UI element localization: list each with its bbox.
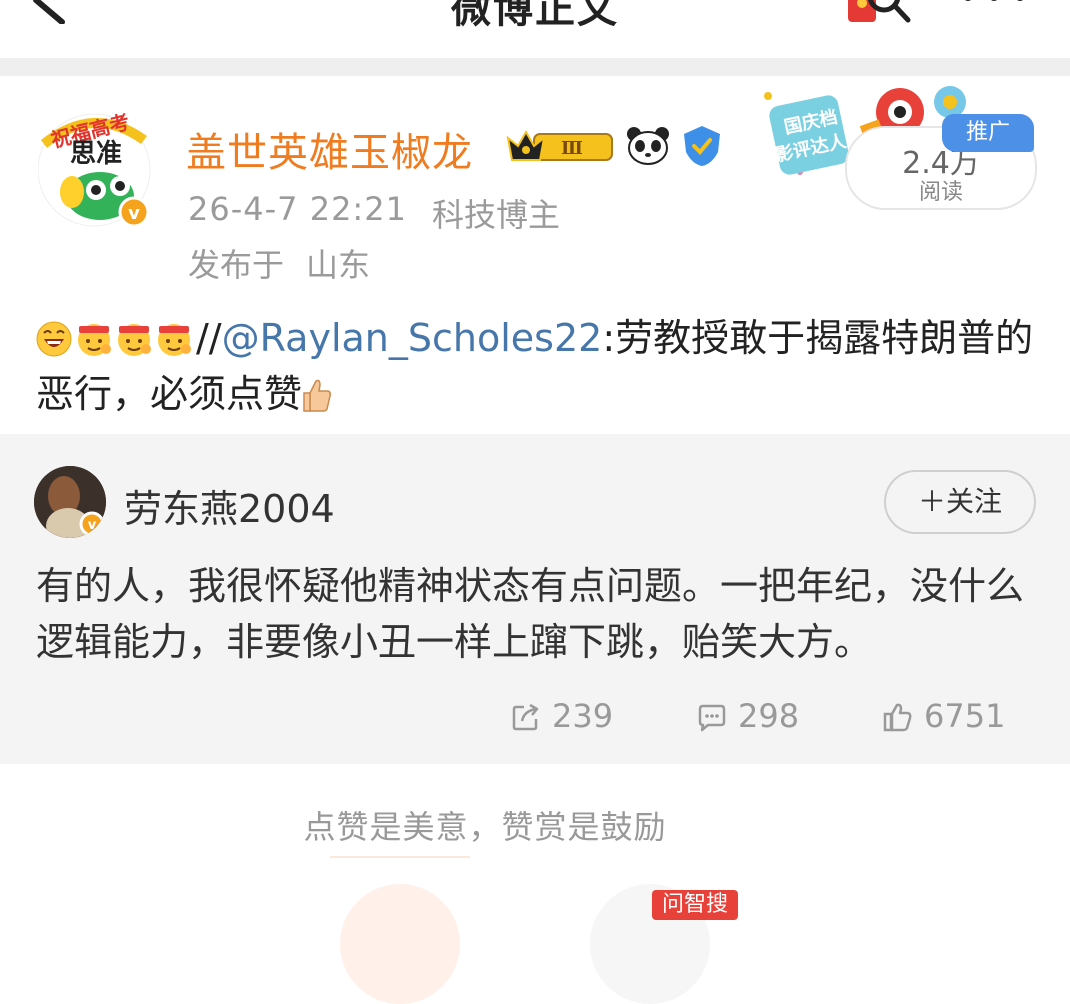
like-count: 6751 — [924, 697, 1006, 735]
reward-button[interactable] — [340, 884, 460, 1004]
post-timestamp: 26-4-7 22:21 — [188, 190, 407, 228]
reward-divider — [330, 856, 470, 858]
repost-card[interactable]: v 劳东燕2004 ＋关注 有的人，我很怀疑他精神状态有点问题。一把年纪，没什么… — [0, 434, 1070, 764]
repost-author-name[interactable]: 劳东燕2004 — [124, 478, 335, 533]
repost-text: 有的人，我很怀疑他精神状态有点问题。一把年纪，没什么逻辑能力，非要像小丑一样上蹿… — [36, 564, 1025, 664]
post-body-prefix: // — [196, 316, 222, 360]
crown-level-badge-icon[interactable]: Ⅲ — [506, 124, 616, 168]
follow-button[interactable]: ＋关注 — [884, 470, 1036, 534]
author-tag: 科技博主 — [432, 196, 561, 234]
cheer-emoji-icon — [158, 324, 191, 356]
verified-shield-icon — [684, 126, 720, 166]
laughing-emoji-icon — [36, 321, 72, 357]
panda-icon — [627, 127, 669, 165]
thumbs-up-emoji-icon — [303, 379, 332, 412]
repost-author-avatar[interactable]: v — [34, 466, 106, 538]
thumbs-up-icon — [883, 703, 912, 732]
location-label: 发布于 — [188, 246, 285, 284]
comment-count: 298 — [738, 697, 800, 735]
svg-text:v: v — [128, 203, 140, 224]
ask-smart-search-tag: 问智搜 — [652, 890, 738, 920]
read-count-label: 阅读 — [918, 180, 963, 205]
mention-link[interactable]: @Raylan_Scholes22 — [222, 316, 603, 360]
search-icon[interactable] — [868, 0, 918, 26]
promoted-tag: 推广 — [942, 114, 1034, 152]
author-name[interactable]: 盖世英雄玉椒龙 — [186, 120, 473, 178]
like-count-button[interactable]: 6751 — [882, 696, 1005, 736]
share-icon — [512, 703, 539, 731]
cheer-emoji-icon — [78, 324, 111, 356]
comment-icon — [698, 704, 726, 732]
badge-level-text: Ⅲ — [561, 138, 583, 159]
more-options-icon[interactable] — [954, 0, 1034, 10]
top-nav-bar: 微博正文 — [0, 0, 1070, 58]
author-avatar[interactable]: 祝福高考 思准 v — [38, 100, 154, 232]
section-divider — [0, 58, 1070, 76]
post-location: 山东 — [306, 246, 371, 284]
svg-text:思准: 思准 — [70, 139, 122, 169]
comment-count-button[interactable]: 298 — [696, 696, 799, 736]
repost-count: 239 — [552, 697, 614, 735]
post-body: //@Raylan_Scholes22:劳教授敢于揭露特朗普的恶行，必须点赞 — [36, 310, 1036, 422]
repost-count-button[interactable]: 239 — [510, 696, 613, 736]
svg-text:v: v — [88, 518, 97, 533]
cheer-emoji-icon — [118, 324, 151, 356]
reward-prompt: 点赞是美意，赞赏是鼓励 — [303, 808, 667, 846]
